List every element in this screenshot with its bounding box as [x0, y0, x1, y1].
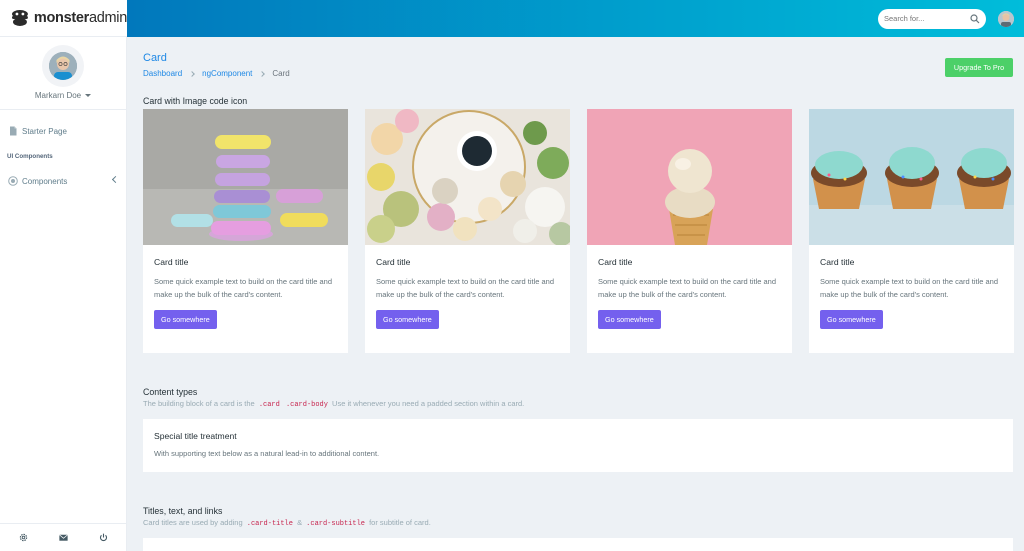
section-subtitle-content-types: The building block of a card is the .car… — [143, 399, 524, 409]
card-image-macarons-coffee — [365, 109, 570, 245]
special-title-card: Special title treatment With supporting … — [143, 419, 1013, 472]
card-grid: Card title Some quick example text to bu… — [143, 109, 1014, 353]
sidebar-item-label: Starter Page — [22, 126, 67, 136]
subtitle-text: for subtitle of card. — [369, 518, 431, 527]
card-title: Card title — [820, 257, 855, 267]
code-snippet: .card-title — [246, 520, 293, 528]
card-image-cupcakes — [809, 109, 1014, 245]
avatar-image — [998, 10, 1014, 27]
main-content: Card Dashboard ngComponent Card Upgrade … — [128, 37, 1024, 551]
subtitle-text: & — [297, 518, 303, 527]
search-box[interactable] — [878, 8, 986, 29]
caret-down-icon — [85, 94, 92, 97]
subtitle-text: Use it whenever you need a padded sectio… — [332, 399, 525, 408]
go-somewhere-button[interactable]: Go somewhere — [376, 310, 439, 329]
section-title-content-types: Content types — [143, 387, 198, 397]
card-body: Card title Some quick example text to bu… — [143, 245, 348, 341]
user-profile: Markarn Doe — [0, 37, 126, 110]
file-icon — [10, 126, 17, 136]
user-avatar[interactable] — [998, 10, 1014, 27]
breadcrumb-current: Card — [272, 69, 290, 78]
logo[interactable]: monsteradmin — [0, 0, 127, 37]
titles-card — [143, 538, 1013, 551]
topbar: monsteradmin — [0, 0, 1024, 37]
search-icon[interactable] — [970, 13, 980, 24]
chevron-right-icon — [189, 70, 195, 77]
card-title: Card title — [376, 257, 411, 267]
mail-icon[interactable] — [58, 532, 69, 543]
card-text: Some quick example text to build on the … — [376, 277, 555, 299]
upgrade-to-pro-button[interactable]: Upgrade To Pro — [945, 58, 1013, 77]
go-somewhere-button[interactable]: Go somewhere — [598, 310, 661, 329]
subtitle-text: The building block of a card is the — [143, 399, 255, 408]
profile-image — [49, 52, 77, 80]
card: Card title Some quick example text to bu… — [365, 109, 570, 353]
section-title-cards: Card with Image code icon — [143, 96, 248, 106]
settings-icon[interactable] — [18, 532, 29, 543]
card-text: Some quick example text to build on the … — [154, 277, 333, 299]
code-snippet: .card-subtitle — [306, 520, 365, 528]
sidebar-item-components[interactable]: Components — [0, 174, 126, 188]
card: Card title Some quick example text to bu… — [143, 109, 348, 353]
brand-name: monsteradmin — [33, 10, 127, 26]
breadcrumb-link-dashboard[interactable]: Dashboard — [143, 69, 182, 78]
go-somewhere-button[interactable]: Go somewhere — [820, 310, 883, 329]
card-body: Card title Some quick example text to bu… — [365, 245, 570, 341]
code-snippet: .card — [258, 401, 280, 409]
section-title-titles-text-links: Titles, text, and links — [143, 506, 223, 516]
chevron-left-icon — [111, 175, 120, 184]
profile-name: Markarn Doe — [34, 91, 82, 100]
sidebar-nav: Starter Page UI Components Components — [0, 110, 126, 188]
subtitle-text: Card titles are used by adding — [143, 518, 243, 527]
sidebar-section-label: UI Components — [7, 153, 53, 160]
card-title: Card title — [598, 257, 633, 267]
card-body: Card title Some quick example text to bu… — [809, 245, 1014, 341]
chevron-right-icon — [259, 70, 266, 77]
special-title: Special title treatment — [154, 431, 237, 441]
power-icon[interactable] — [98, 532, 109, 543]
breadcrumb: Dashboard ngComponent Card — [143, 69, 290, 78]
section-subtitle-titles: Card titles are used by adding .card-tit… — [143, 518, 431, 528]
sidebar-item-starter-page[interactable]: Starter Page — [0, 124, 126, 138]
card: Card title Some quick example text to bu… — [809, 109, 1014, 353]
card: Card title Some quick example text to bu… — [587, 109, 792, 353]
card-text: Some quick example text to build on the … — [820, 277, 999, 299]
card-image-ice-cream-cone — [587, 109, 792, 245]
page-title: Card — [143, 52, 167, 64]
top-navbar — [127, 0, 1024, 37]
card-text: Some quick example text to build on the … — [598, 277, 777, 299]
breadcrumb-link-ngcomponent[interactable]: ngComponent — [202, 69, 252, 78]
sidebar-item-label: Components — [22, 176, 68, 186]
profile-name-dropdown[interactable]: Markarn Doe — [34, 91, 92, 100]
profile-picture[interactable] — [42, 45, 84, 87]
gear-circle-icon — [8, 176, 18, 186]
search-input[interactable] — [884, 14, 964, 23]
go-somewhere-button[interactable]: Go somewhere — [154, 310, 217, 329]
monster-logo-icon — [11, 10, 28, 26]
sidebar-footer — [0, 523, 127, 551]
sidebar: Markarn Doe Starter Page UI Components C… — [0, 37, 127, 551]
card-image-macarons-stack — [143, 109, 348, 245]
code-snippet: .card-body — [285, 401, 328, 409]
card-title: Card title — [154, 257, 189, 267]
card-body: Card title Some quick example text to bu… — [587, 245, 792, 341]
special-text: With supporting text below as a natural … — [154, 449, 380, 458]
